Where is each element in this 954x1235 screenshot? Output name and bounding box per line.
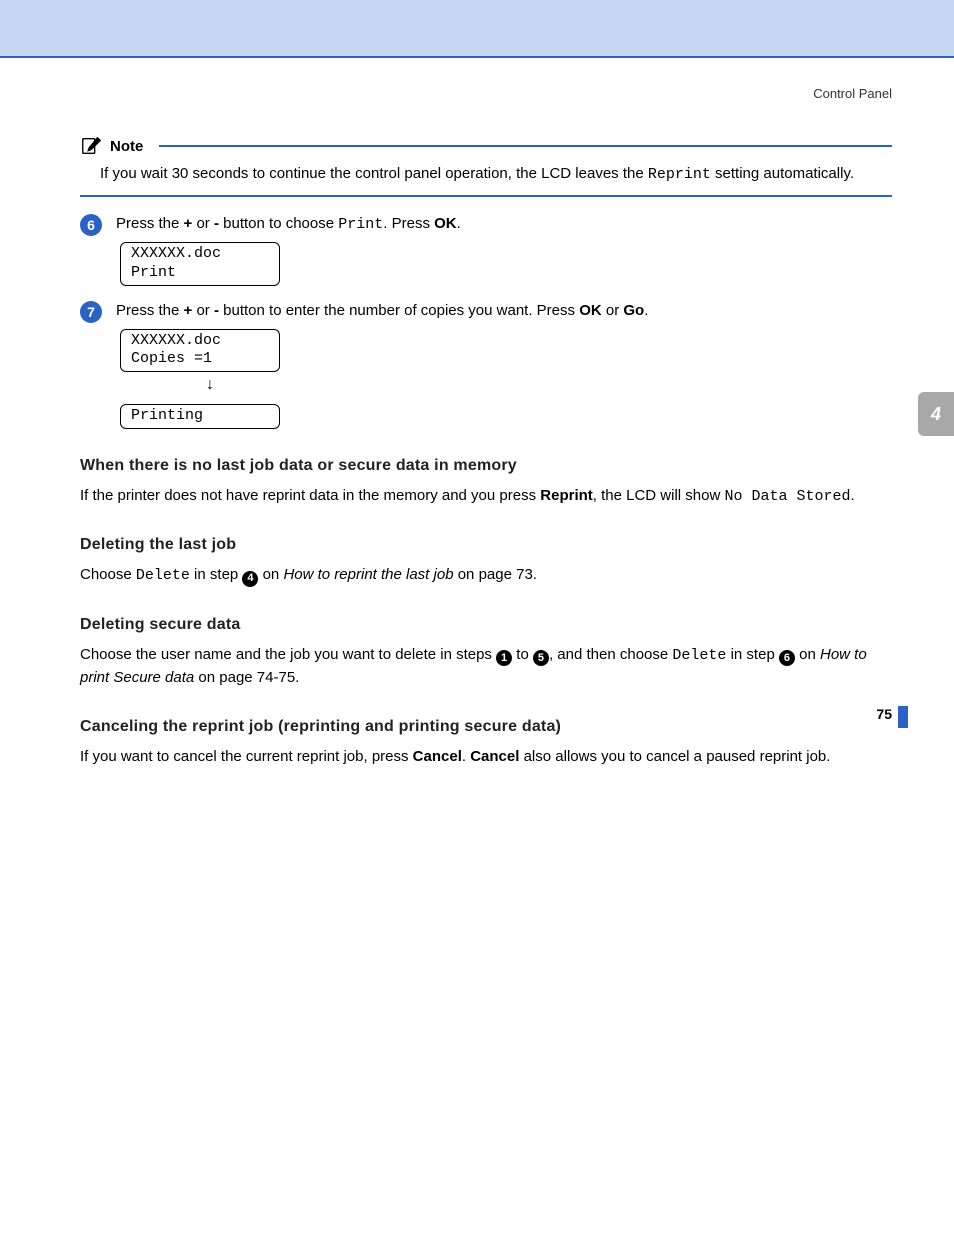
- text-mono: Delete: [136, 567, 190, 584]
- lcd-display: XXXXXX.doc Print: [120, 242, 280, 286]
- text-italic: How to reprint the last job: [283, 566, 453, 583]
- step-badge-6: 6: [80, 214, 102, 236]
- step-ref-badge: 5: [533, 650, 549, 666]
- text: on page 73.: [454, 566, 537, 583]
- text: in step: [190, 566, 243, 583]
- note-block: Note If you wait 30 seconds to continue …: [80, 135, 892, 197]
- page-number-bar: [898, 706, 908, 728]
- text-bold: Cancel: [413, 748, 462, 765]
- running-header: Control Panel: [0, 58, 954, 101]
- text: If you want to cancel the current reprin…: [80, 748, 413, 765]
- text-bold: +: [184, 302, 193, 319]
- top-bar: [0, 0, 954, 58]
- text-mono: No Data Stored: [724, 488, 850, 505]
- step-ref-badge: 4: [242, 571, 258, 587]
- text: , and then choose: [549, 646, 672, 663]
- lcd-display: Printing: [120, 404, 280, 429]
- text-bold: +: [184, 215, 193, 232]
- subheading-delete-last: Deleting the last job: [80, 536, 892, 554]
- step-ref-badge: 1: [496, 650, 512, 666]
- paragraph: Choose Delete in step 4 on How to reprin…: [80, 564, 892, 588]
- text: .: [851, 487, 855, 504]
- text: on page 74-75.: [194, 669, 299, 686]
- paragraph: Choose the user name and the job you wan…: [80, 644, 892, 690]
- note-rule: [159, 145, 892, 147]
- text-mono: Print: [338, 216, 383, 233]
- step-7: 7 Press the + or - button to enter the n…: [80, 300, 892, 323]
- text-mono: Reprint: [648, 166, 711, 183]
- note-header: Note: [80, 135, 892, 157]
- paragraph: If you want to cancel the current reprin…: [80, 746, 892, 769]
- text: button to choose: [219, 215, 338, 232]
- page-number: 75: [876, 706, 892, 722]
- step-ref-badge: 6: [779, 650, 795, 666]
- paragraph: If the printer does not have reprint dat…: [80, 485, 892, 509]
- arrow-down-icon: ↓: [120, 372, 300, 398]
- text: or: [192, 215, 214, 232]
- subheading-cancel: Canceling the reprint job (reprinting an…: [80, 718, 892, 736]
- subheading-no-data: When there is no last job data or secure…: [80, 457, 892, 475]
- text-bold: Cancel: [470, 748, 519, 765]
- text: in step: [726, 646, 779, 663]
- text-bold: OK: [579, 302, 602, 319]
- lcd-display: XXXXXX.doc Copies =1: [120, 329, 280, 373]
- step-text: Press the + or - button to enter the num…: [116, 300, 648, 321]
- step-6: 6 Press the + or - button to choose Prin…: [80, 213, 892, 236]
- text-bold: OK: [434, 215, 457, 232]
- text: .: [462, 748, 470, 765]
- page-body: Control Panel 4 Note If you wait 30 seco…: [0, 58, 954, 768]
- note-title: Note: [110, 138, 151, 155]
- chapter-tab: 4: [918, 392, 954, 436]
- text: , the LCD will show: [593, 487, 725, 504]
- step-text: Press the + or - button to choose Print.…: [116, 213, 461, 235]
- text: Choose the user name and the job you wan…: [80, 646, 496, 663]
- step-badge-7: 7: [80, 301, 102, 323]
- subheading-delete-secure: Deleting secure data: [80, 616, 892, 634]
- text: If the printer does not have reprint dat…: [80, 487, 540, 504]
- text: Choose: [80, 566, 136, 583]
- text: on: [795, 646, 820, 663]
- text-bold: Go: [623, 302, 644, 319]
- text: Press the: [116, 215, 184, 232]
- text: to: [512, 646, 533, 663]
- text: Press the: [116, 302, 184, 319]
- text: setting automatically.: [711, 165, 854, 182]
- note-icon: [80, 135, 102, 157]
- text: also allows you to cancel a paused repri…: [519, 748, 830, 765]
- note-body: If you wait 30 seconds to continue the c…: [80, 157, 892, 197]
- text: or: [602, 302, 624, 319]
- text: If you wait 30 seconds to continue the c…: [100, 165, 648, 182]
- text: .: [644, 302, 648, 319]
- content-area: Note If you wait 30 seconds to continue …: [0, 101, 954, 768]
- text: button to enter the number of copies you…: [219, 302, 579, 319]
- text: or: [192, 302, 214, 319]
- text: on: [258, 566, 283, 583]
- text-mono: Delete: [672, 647, 726, 664]
- text: .: [457, 215, 461, 232]
- text-bold: Reprint: [540, 487, 593, 504]
- text: . Press: [383, 215, 434, 232]
